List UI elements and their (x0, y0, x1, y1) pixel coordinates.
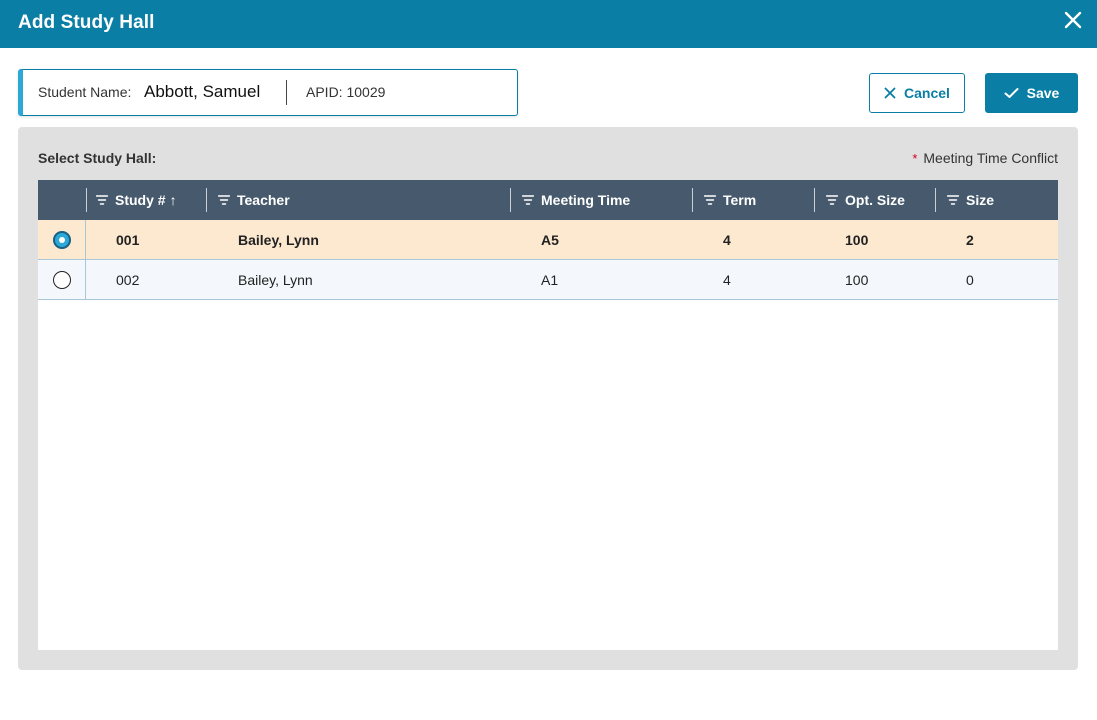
dialog-titlebar: Add Study Hall (0, 0, 1097, 48)
cancel-button[interactable]: Cancel (869, 73, 965, 113)
column-header-term[interactable]: Term (703, 180, 757, 220)
header-divider (692, 188, 693, 212)
apid-info: APID: 10029 (306, 84, 385, 100)
cell-size: 0 (966, 272, 974, 288)
sort-ascending-icon: ↑ (169, 192, 177, 208)
cell-term: 4 (723, 232, 731, 248)
row-radio-button-checked[interactable] (52, 231, 71, 249)
header-divider (510, 188, 511, 212)
select-study-hall-label: Select Study Hall: (38, 150, 157, 166)
cell-meeting-time: A5 (541, 232, 559, 248)
study-hall-grid: Study # ↑ Teacher Meeting Time Term Opt. (38, 180, 1058, 650)
cell-teacher: Bailey, Lynn (238, 272, 313, 288)
filter-icon[interactable] (217, 192, 231, 208)
student-info-box: Student Name: Abbott, Samuel APID: 10029 (18, 69, 518, 116)
student-name: Abbott, Samuel (144, 82, 261, 101)
cell-teacher: Bailey, Lynn (238, 232, 319, 248)
info-divider (286, 80, 287, 105)
table-row[interactable]: 002 Bailey, Lynn A1 4 100 0 (38, 260, 1058, 300)
row-radio-cell[interactable] (38, 220, 86, 260)
cell-opt-size: 100 (845, 272, 869, 288)
column-header-meeting-time[interactable]: Meeting Time (521, 180, 631, 220)
conflict-legend: * Meeting Time Conflict (912, 150, 1058, 166)
cell-study-number: 001 (116, 232, 140, 248)
filter-icon[interactable] (825, 192, 839, 208)
header-divider (814, 188, 815, 212)
check-icon (1004, 88, 1019, 98)
column-header-opt-size[interactable]: Opt. Size (825, 180, 905, 220)
conflict-legend-label: Meeting Time Conflict (923, 150, 1058, 166)
column-header-label: Opt. Size (845, 192, 905, 208)
row-radio-button[interactable] (52, 271, 71, 289)
header-divider (206, 188, 207, 212)
study-hall-panel: Select Study Hall: * Meeting Time Conflic… (18, 127, 1078, 670)
filter-icon[interactable] (946, 192, 960, 208)
column-header-label: Size (966, 192, 995, 208)
column-header-label: Teacher (237, 192, 290, 208)
save-button[interactable]: Save (985, 73, 1078, 113)
filter-icon[interactable] (95, 192, 109, 208)
row-radio-cell[interactable] (38, 260, 86, 300)
column-header-label: Study # (115, 192, 166, 208)
table-row-selected[interactable]: 001 Bailey, Lynn A5 4 100 2 (38, 220, 1058, 260)
header-divider (935, 188, 936, 212)
close-icon[interactable] (1063, 10, 1083, 30)
save-button-label: Save (1026, 85, 1060, 101)
column-header-label: Meeting Time (541, 192, 631, 208)
cell-meeting-time: A1 (541, 272, 559, 288)
column-header-teacher[interactable]: Teacher (217, 180, 290, 220)
cell-study-number: 002 (116, 272, 140, 288)
dialog-title: Add Study Hall (18, 12, 155, 33)
student-name-label: Student Name: (38, 84, 132, 100)
grid-header: Study # ↑ Teacher Meeting Time Term Opt. (38, 180, 1058, 220)
column-header-label: Term (723, 192, 757, 208)
filter-icon[interactable] (703, 192, 717, 208)
close-icon (884, 87, 896, 99)
apid-value: 10029 (346, 84, 386, 100)
column-header-study[interactable]: Study # ↑ (95, 180, 177, 220)
header-divider (86, 188, 87, 212)
cancel-button-label: Cancel (904, 85, 950, 101)
apid-label: APID: (306, 84, 343, 100)
cell-opt-size: 100 (845, 232, 869, 248)
filter-icon[interactable] (521, 192, 535, 208)
cell-size: 2 (966, 232, 974, 248)
column-header-size[interactable]: Size (946, 180, 995, 220)
cell-term: 4 (723, 272, 731, 288)
conflict-marker: * (912, 151, 918, 166)
